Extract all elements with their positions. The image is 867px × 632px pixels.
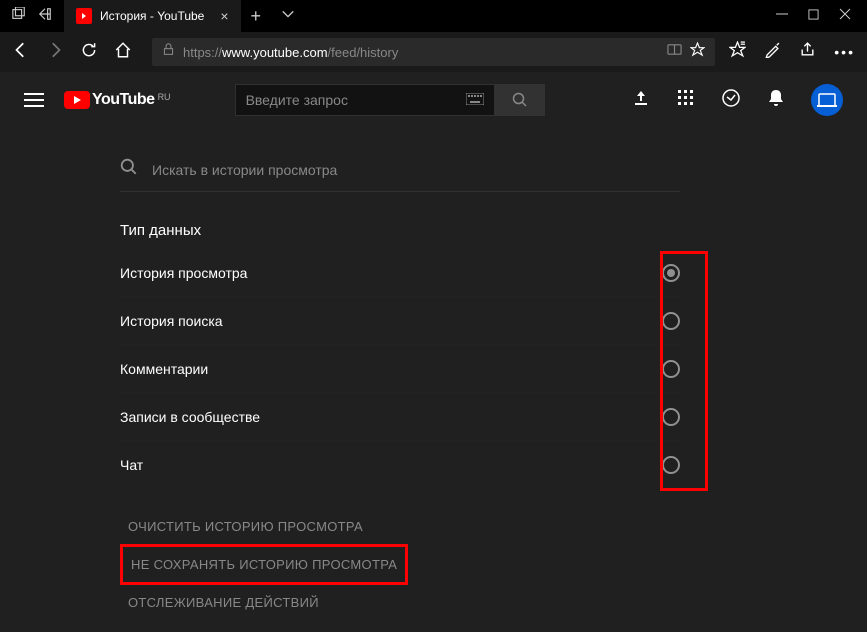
- youtube-search: Введите запрос: [235, 84, 545, 116]
- favorites-button[interactable]: [729, 41, 746, 63]
- youtube-logo-icon: [64, 91, 90, 109]
- radio-chat[interactable]: Чат: [120, 441, 680, 489]
- history-search-placeholder: Искать в истории просмотра: [152, 162, 337, 178]
- url-input[interactable]: https://www.youtube.com/feed/history: [152, 38, 715, 66]
- apps-button[interactable]: [677, 89, 695, 112]
- refresh-button[interactable]: [80, 41, 98, 64]
- keyboard-icon[interactable]: [466, 92, 484, 108]
- messages-button[interactable]: [721, 88, 741, 113]
- set-aside-icon[interactable]: [38, 7, 52, 26]
- tab-overview-icon[interactable]: [12, 7, 26, 26]
- lock-icon: [162, 43, 175, 61]
- home-button[interactable]: [114, 41, 132, 64]
- youtube-search-input[interactable]: Введите запрос: [235, 84, 495, 116]
- back-button[interactable]: [12, 41, 30, 64]
- window-titlebar: История - YouTube × +: [0, 0, 867, 32]
- new-tab-button[interactable]: +: [241, 6, 272, 27]
- tab-close-icon[interactable]: ×: [220, 8, 228, 24]
- hamburger-button[interactable]: [24, 93, 44, 107]
- radio-community[interactable]: Записи в сообществе: [120, 393, 680, 441]
- search-placeholder: Введите запрос: [246, 92, 348, 108]
- url-text: https://www.youtube.com/feed/history: [183, 45, 659, 60]
- reading-view-icon[interactable]: [667, 42, 682, 62]
- youtube-logo-text: YouTube: [92, 91, 155, 109]
- youtube-search-button[interactable]: [495, 84, 545, 116]
- radio-search-history[interactable]: История поиска: [120, 297, 680, 345]
- search-icon: [120, 158, 138, 181]
- highlight-radios: [660, 251, 708, 491]
- history-search-input[interactable]: Искать в истории просмотра: [120, 158, 680, 192]
- type-section-title: Тип данных: [120, 222, 867, 239]
- favorite-icon[interactable]: [690, 42, 705, 62]
- window-minimize-button[interactable]: [776, 7, 788, 25]
- radio-label: История просмотра: [120, 265, 247, 281]
- forward-button[interactable]: [46, 41, 64, 64]
- history-type-list: История просмотра История поиска Коммент…: [120, 249, 680, 489]
- radio-label: Чат: [120, 457, 143, 473]
- activity-controls-button[interactable]: ОТСЛЕЖИВАНИЕ ДЕЙСТВИЙ: [120, 585, 327, 620]
- window-maximize-button[interactable]: [808, 7, 819, 25]
- menu-button[interactable]: •••: [834, 44, 855, 60]
- youtube-logo[interactable]: YouTube RU: [64, 91, 171, 109]
- window-close-button[interactable]: [839, 7, 851, 25]
- clear-history-button[interactable]: ОЧИСТИТЬ ИСТОРИЮ ПРОСМОТРА: [120, 509, 371, 544]
- youtube-header: YouTube RU Введите запрос: [0, 72, 867, 128]
- radio-comments[interactable]: Комментарии: [120, 345, 680, 393]
- share-button[interactable]: [799, 41, 816, 63]
- radio-watch-history[interactable]: История просмотра: [120, 249, 680, 297]
- tab-chevron-icon[interactable]: [271, 7, 305, 26]
- url-bar: https://www.youtube.com/feed/history •••: [0, 32, 867, 72]
- upload-button[interactable]: [631, 88, 651, 113]
- radio-label: Записи в сообществе: [120, 409, 260, 425]
- history-content: Искать в истории просмотра Тип данных Ис…: [0, 128, 867, 620]
- radio-label: Комментарии: [120, 361, 208, 377]
- youtube-region: RU: [158, 92, 171, 102]
- notes-button[interactable]: [764, 41, 781, 63]
- radio-label: История поиска: [120, 313, 223, 329]
- pause-history-button[interactable]: НЕ СОХРАНЯТЬ ИСТОРИЮ ПРОСМОТРА: [120, 544, 408, 585]
- youtube-favicon-icon: [76, 8, 92, 24]
- browser-tab[interactable]: История - YouTube ×: [64, 0, 241, 32]
- avatar-button[interactable]: [811, 84, 843, 116]
- tab-title: История - YouTube: [100, 9, 204, 23]
- notifications-button[interactable]: [767, 88, 785, 113]
